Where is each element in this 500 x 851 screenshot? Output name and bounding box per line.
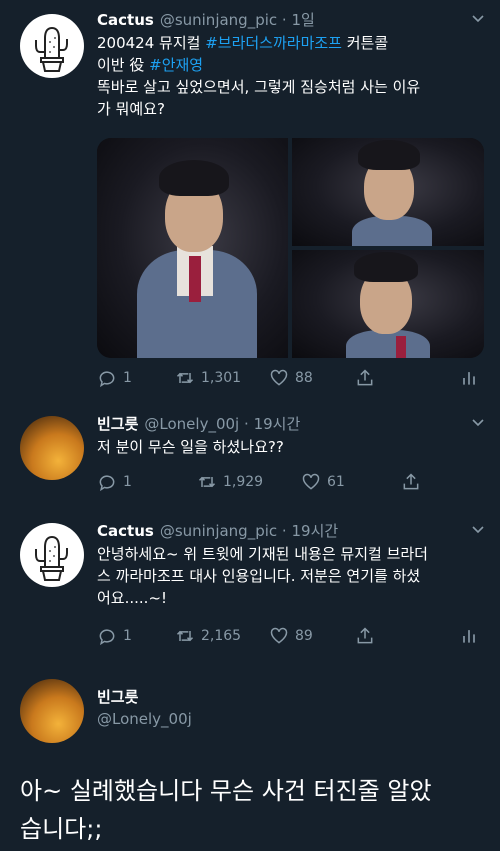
tweet-time[interactable]: 19시간 bbox=[291, 522, 338, 540]
tweet-time[interactable]: 19시간 bbox=[254, 415, 301, 433]
tweet-text-line: 스 까라마조프 대사 인용입니다. 저분은 연기를 하셨 bbox=[97, 567, 421, 585]
separator-dot: · bbox=[281, 11, 287, 29]
tweet-header: 빈그릇 @Lonely_00j · 19시간 bbox=[97, 414, 486, 434]
chevron-down-icon[interactable] bbox=[470, 521, 486, 537]
tweet-text-line: 안녕하세요~ 위 트윗에 기재된 내용은 뮤지컬 브라더 bbox=[97, 545, 428, 563]
tweet-cactus-original[interactable]: Cactus @suninjang_pic · 1일 200424 뮤지컬 #브라… bbox=[0, 0, 500, 400]
retweet-icon bbox=[176, 372, 194, 384]
heart-icon bbox=[270, 627, 288, 644]
tweet-text-line: 똑바로 살고 싶었으면서, 그렇게 짐승처럼 사는 이유 bbox=[97, 78, 421, 96]
share-button[interactable] bbox=[355, 626, 381, 646]
retweet-count: 1,929 bbox=[223, 474, 264, 490]
analytics-icon bbox=[463, 630, 475, 643]
like-count: 61 bbox=[327, 474, 345, 490]
share-button[interactable] bbox=[355, 368, 381, 388]
reply-icon bbox=[99, 629, 115, 646]
tweet-text-part: 200424 뮤지컬 bbox=[97, 34, 206, 52]
hashtag-link[interactable]: #브라더스까라마조프 bbox=[205, 34, 342, 52]
tweet-reply-question[interactable]: 빈그릇 @Lonely_00j · 19시간 저 분이 무슨 일을 하셨나요?? … bbox=[0, 400, 500, 515]
reply-button[interactable]: 1 bbox=[97, 626, 132, 646]
like-count: 89 bbox=[295, 628, 313, 644]
heart-icon bbox=[270, 369, 288, 386]
reply-button[interactable]: 1 bbox=[97, 368, 132, 388]
like-button[interactable]: 61 bbox=[301, 472, 345, 492]
user-handle[interactable]: @suninjang_pic bbox=[160, 11, 277, 29]
separator-dot: · bbox=[281, 522, 287, 540]
reply-icon bbox=[99, 475, 115, 492]
avatar-lonely[interactable] bbox=[20, 679, 84, 743]
tweet-text-part: 이반 役 bbox=[97, 56, 150, 74]
tweet-media-grid[interactable] bbox=[97, 138, 484, 358]
display-name[interactable]: Cactus bbox=[97, 522, 154, 540]
tweet-actions: 1 1,929 61 bbox=[97, 472, 480, 494]
user-handle[interactable]: @Lonely_00j bbox=[97, 709, 486, 729]
retweet-count: 1,301 bbox=[201, 370, 242, 386]
share-icon bbox=[357, 627, 373, 644]
media-photo-1[interactable] bbox=[97, 138, 288, 358]
share-icon bbox=[403, 473, 419, 490]
hashtag-link[interactable]: #안재영 bbox=[149, 56, 203, 74]
reply-icon bbox=[99, 371, 115, 388]
tweet-text: 안녕하세요~ 위 트윗에 기재된 내용은 뮤지컬 브라더 스 까라마조프 대사 … bbox=[97, 543, 486, 609]
tweet-text-line: 아~ 실례했습니다 무슨 사건 터진줄 알았 bbox=[20, 777, 432, 805]
avatar-cactus[interactable] bbox=[20, 14, 84, 78]
cactus-avatar-icon bbox=[35, 27, 68, 72]
tweet-time[interactable]: 1일 bbox=[291, 11, 314, 29]
display-name[interactable]: 빈그릇 bbox=[97, 415, 138, 433]
separator-dot: · bbox=[244, 415, 249, 433]
retweet-count: 2,165 bbox=[201, 628, 242, 644]
reply-count: 1 bbox=[123, 474, 132, 490]
retweet-button[interactable]: 1,301 bbox=[175, 368, 241, 388]
retweet-button[interactable]: 1,929 bbox=[197, 472, 263, 492]
display-name[interactable]: Cactus bbox=[97, 11, 154, 29]
analytics-button[interactable] bbox=[459, 626, 485, 646]
tweet-cactus-answer[interactable]: Cactus @suninjang_pic · 19시간 안녕하세요~ 위 트윗에… bbox=[0, 515, 500, 665]
tweet-text: 저 분이 무슨 일을 하셨나요?? bbox=[97, 438, 284, 456]
chevron-down-icon[interactable] bbox=[470, 10, 486, 26]
like-count: 88 bbox=[295, 370, 313, 386]
tweet-header: Cactus @suninjang_pic · 1일 bbox=[97, 10, 486, 30]
tweet-actions: 1 1,301 88 bbox=[97, 368, 480, 390]
user-handle[interactable]: @suninjang_pic bbox=[160, 522, 277, 540]
tweet-text-line: 어요.....~! bbox=[97, 589, 168, 607]
tweet-actions: 1 2,165 89 bbox=[97, 626, 480, 648]
like-button[interactable]: 88 bbox=[269, 368, 313, 388]
cactus-avatar-icon bbox=[35, 536, 68, 581]
media-photo-2[interactable] bbox=[292, 138, 484, 246]
share-button[interactable] bbox=[401, 472, 427, 492]
media-photo-3[interactable] bbox=[292, 250, 484, 358]
tweet-thread: Cactus @suninjang_pic · 1일 200424 뮤지컬 #브라… bbox=[0, 0, 500, 851]
analytics-icon bbox=[463, 372, 475, 385]
tweet-text: 200424 뮤지컬 #브라더스까라마조프 커튼콜 이반 役 #안재영 똑바로 … bbox=[97, 32, 486, 120]
tweet-text-line: 습니다;; bbox=[20, 815, 103, 843]
avatar-lonely[interactable] bbox=[20, 416, 84, 480]
like-button[interactable]: 89 bbox=[269, 626, 313, 646]
display-name[interactable]: 빈그릇 bbox=[97, 687, 486, 707]
avatar-cactus[interactable] bbox=[20, 523, 84, 587]
reply-count: 1 bbox=[123, 628, 132, 644]
user-handle[interactable]: @Lonely_00j bbox=[144, 415, 239, 433]
tweet-header: Cactus @suninjang_pic · 19시간 bbox=[97, 521, 486, 541]
analytics-button[interactable] bbox=[459, 368, 485, 388]
retweet-icon bbox=[176, 630, 194, 642]
tweet-text-part: 커튼콜 bbox=[341, 34, 389, 52]
tweet-text-line: 가 뭐예요? bbox=[97, 100, 165, 118]
reply-count: 1 bbox=[123, 370, 132, 386]
heart-icon bbox=[302, 473, 320, 490]
tweet-text-large: 아~ 실례했습니다 무슨 사건 터진줄 알았 습니다;; bbox=[20, 772, 490, 848]
chevron-down-icon[interactable] bbox=[470, 414, 486, 430]
reply-button[interactable]: 1 bbox=[97, 472, 132, 492]
share-icon bbox=[357, 369, 373, 386]
retweet-icon bbox=[198, 476, 216, 488]
retweet-button[interactable]: 2,165 bbox=[175, 626, 241, 646]
